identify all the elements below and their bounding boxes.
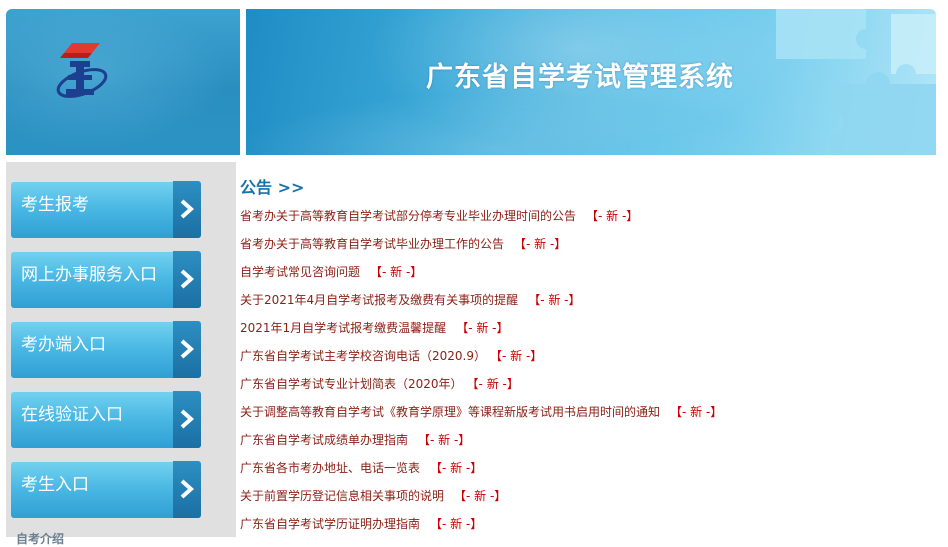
logo-icon [56, 43, 108, 98]
sidebar-item-online-services[interactable]: 网上办事服务入口 [11, 251, 201, 308]
page-title: 广东省自学考试管理系统 [426, 62, 734, 93]
announcement-link[interactable]: 广东省自学考试专业计划简表（2020年） [240, 377, 463, 391]
sidebar-item-label: 考生入口 [21, 475, 89, 495]
chevron-right-icon [173, 321, 201, 378]
new-badge: 【- 新 -】 [430, 461, 483, 475]
announcement-panel: 公告 >> 省考办关于高等教育自学考试部分停考专业毕业办理时间的公告 【- 新 -… [240, 178, 940, 543]
announcement-link[interactable]: 广东省各市考办地址、电话一览表 [240, 461, 420, 475]
announcement-item: 广东省各市考办地址、电话一览表 【- 新 -】 [240, 459, 940, 487]
announcement-item: 自学考试常见咨询问题 【- 新 -】 [240, 263, 940, 291]
announcement-link[interactable]: 广东省自学考试主考学校咨询电话（2020.9） [240, 349, 486, 363]
puzzle-decoration-icon [776, 9, 866, 59]
announcement-list: 省考办关于高等教育自学考试部分停考专业毕业办理时间的公告 【- 新 -】 省考办关于… [240, 207, 940, 543]
sidebar-item-exam-office[interactable]: 考办端入口 [11, 321, 201, 378]
sidebar-item-online-verification[interactable]: 在线验证入口 [11, 391, 201, 448]
chevron-right-icon [173, 251, 201, 308]
new-badge: 【- 新 -】 [472, 377, 519, 391]
sidebar: 考生报考 网上办事服务入口 考办端入口 在线验证入口 考生入口 自考介绍 [6, 162, 236, 546]
announcement-link[interactable]: 2021年1月自学考试报考缴费温馨提醒 [240, 321, 446, 335]
chevron-right-icon [173, 461, 201, 518]
announcement-item: 省考办关于高等教育自学考试毕业办理工作的公告 【- 新 -】 [240, 235, 940, 263]
new-badge: 【- 新 -】 [456, 321, 509, 335]
new-badge: 【- 新 -】 [670, 405, 723, 419]
announcement-link[interactable]: 关于2021年4月自学考试报考及缴费有关事项的提醒 [240, 293, 518, 307]
banner: 广东省自学考试管理系统 [246, 9, 936, 155]
logo-panel [6, 9, 240, 155]
new-badge: 【- 新 -】 [430, 517, 483, 531]
sidebar-section-heading: 自考介绍 [16, 532, 65, 546]
puzzle-decoration-icon [891, 14, 936, 74]
new-badge: 【- 新 -】 [528, 293, 581, 307]
announcement-item: 关于调整高等教育自学考试《教育学原理》等课程新版考试用书启用时间的通知 【- 新 … [240, 403, 940, 431]
chevron-right-icon [173, 181, 201, 238]
announcement-item: 广东省自学考试专业计划简表（2020年） 【- 新 -】 [240, 375, 940, 403]
sidebar-item-label: 网上办事服务入口 [21, 265, 157, 285]
sidebar-item-label: 考办端入口 [21, 335, 106, 355]
announcement-link[interactable]: 自学考试常见咨询问题 [240, 265, 360, 279]
new-badge: 【- 新 -】 [370, 265, 423, 279]
announcement-item: 关于前置学历登记信息相关事项的说明 【- 新 -】 [240, 487, 940, 515]
sidebar-item-candidate-login[interactable]: 考生入口 [11, 461, 201, 518]
announcement-heading: 公告 >> [240, 178, 305, 197]
announcement-item: 关于2021年4月自学考试报考及缴费有关事项的提醒 【- 新 -】 [240, 291, 940, 319]
new-badge: 【- 新 -】 [496, 349, 543, 363]
announcement-item: 广东省自学考试学历证明办理指南 【- 新 -】 [240, 515, 940, 543]
announcement-item: 省考办关于高等教育自学考试部分停考专业毕业办理时间的公告 【- 新 -】 [240, 207, 940, 235]
announcement-link[interactable]: 省考办关于高等教育自学考试毕业办理工作的公告 [240, 237, 504, 251]
sidebar-item-label: 在线验证入口 [21, 405, 123, 425]
announcement-link[interactable]: 广东省自学考试学历证明办理指南 [240, 517, 420, 531]
new-badge: 【- 新 -】 [454, 489, 507, 503]
announcement-link[interactable]: 关于前置学历登记信息相关事项的说明 [240, 489, 444, 503]
announcement-item: 广东省自学考试主考学校咨询电话（2020.9） 【- 新 -】 [240, 347, 940, 375]
header: 广东省自学考试管理系统 [6, 9, 936, 155]
announcement-link[interactable]: 关于调整高等教育自学考试《教育学原理》等课程新版考试用书启用时间的通知 [240, 405, 660, 419]
new-badge: 【- 新 -】 [586, 209, 639, 223]
chevron-right-icon [173, 391, 201, 448]
new-badge: 【- 新 -】 [418, 433, 471, 447]
sidebar-item-candidate-registration[interactable]: 考生报考 [11, 181, 201, 238]
announcement-link[interactable]: 广东省自学考试成绩单办理指南 [240, 433, 408, 447]
sidebar-item-label: 考生报考 [21, 195, 89, 215]
new-badge: 【- 新 -】 [514, 237, 567, 251]
announcement-link[interactable]: 省考办关于高等教育自学考试部分停考专业毕业办理时间的公告 [240, 209, 576, 223]
announcement-item: 广东省自学考试成绩单办理指南 【- 新 -】 [240, 431, 940, 459]
announcement-item: 2021年1月自学考试报考缴费温馨提醒 【- 新 -】 [240, 319, 940, 347]
